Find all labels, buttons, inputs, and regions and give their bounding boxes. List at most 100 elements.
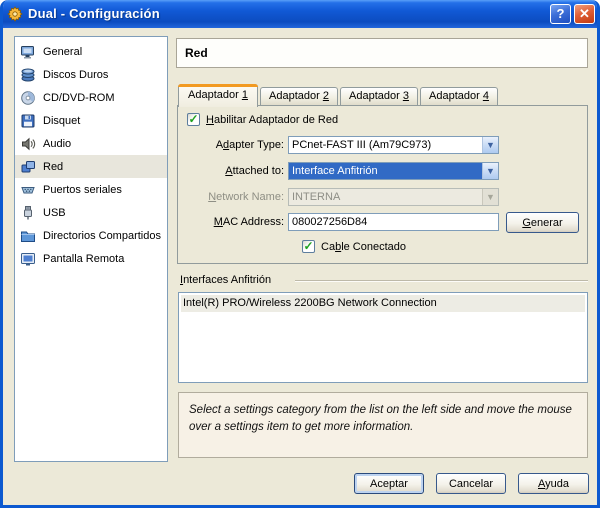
audio-icon (20, 136, 36, 152)
label-accel: N (208, 191, 216, 203)
titlebar-close-button[interactable]: ✕ (574, 4, 595, 24)
tab-adaptador-2[interactable]: Adaptador 2 (260, 87, 338, 106)
label-text: le Conectado (341, 241, 406, 253)
label-text: Ca (321, 241, 335, 253)
check-icon: ✓ (303, 240, 313, 252)
mac-address-label: MAC Address: (188, 213, 284, 231)
network-icon (20, 159, 36, 175)
titlebar-help-button[interactable]: ? (550, 4, 571, 24)
label-accel: H (206, 114, 214, 126)
host-interface-item[interactable]: Intel(R) PRO/Wireless 2200BG Network Con… (181, 295, 585, 312)
tab-adaptador-3[interactable]: Adaptador 3 (340, 87, 418, 106)
button-text: yuda (545, 478, 569, 490)
tab-label: Adaptador (269, 90, 323, 102)
label-text: abilitar Adaptador de Red (214, 114, 338, 126)
check-icon: ✓ (188, 113, 198, 125)
sidebar-item-label: CD/DVD-ROM (43, 92, 115, 104)
settings-category-list: General Discos Duros CD/DVD-ROM Disquet … (14, 36, 168, 462)
tab-adaptador-1[interactable]: Adaptador 1 (178, 84, 258, 107)
attached-to-value: Interface Anfitrión (289, 163, 482, 179)
group-divider (295, 280, 588, 282)
chevron-down-icon: ▼ (482, 163, 498, 179)
sidebar-item-label: Red (43, 161, 63, 173)
sidebar-item-label: Directorios Compartidos (43, 230, 161, 242)
button-text: enerar (531, 217, 563, 229)
titlebar: Dual - Configuración ? ✕ (0, 0, 600, 28)
mac-address-input[interactable] (288, 213, 499, 231)
tab-accel: 2 (323, 90, 329, 102)
sidebar-item-directorios-compartidos[interactable]: Directorios Compartidos (15, 224, 167, 247)
help-button[interactable]: Ayuda (518, 473, 589, 494)
tab-label: Adaptador (349, 90, 403, 102)
label-accel: A (225, 165, 232, 177)
general-icon (20, 44, 36, 60)
checkbox-label: Cable Conectado (321, 241, 406, 253)
tab-accel: 1 (242, 89, 248, 101)
adapter-tabs: Adaptador 1 Adaptador 2 Adaptador 3 Adap… (178, 84, 500, 106)
attached-to-label: Attached to: (188, 162, 284, 180)
attached-to-select[interactable]: Interface Anfitrión ▼ (288, 162, 499, 180)
chevron-down-icon: ▼ (482, 137, 498, 153)
generate-mac-button[interactable]: Generar (506, 212, 579, 233)
network-name-value: INTERNA (289, 189, 482, 205)
chevron-down-icon: ▼ (482, 189, 498, 205)
floppy-icon (20, 113, 36, 129)
sidebar-item-cd-dvd-rom[interactable]: CD/DVD-ROM (15, 86, 167, 109)
sidebar-item-general[interactable]: General (15, 40, 167, 63)
cd-dvd-icon (20, 90, 36, 106)
sidebar-item-discos-duros[interactable]: Discos Duros (15, 63, 167, 86)
sidebar-item-disquet[interactable]: Disquet (15, 109, 167, 132)
sidebar-item-label: General (43, 46, 82, 58)
sidebar-item-pantalla-remota[interactable]: Pantalla Remota (15, 247, 167, 270)
host-interfaces-list[interactable]: Intel(R) PRO/Wireless 2200BG Network Con… (178, 292, 588, 383)
adapter-type-select[interactable]: PCnet-FAST III (Am79C973) ▼ (288, 136, 499, 154)
label-text: etwork Name: (216, 191, 284, 203)
host-interfaces-group-title: Interfaces Anfitrión (180, 274, 271, 286)
cancel-button[interactable]: Cancelar (436, 473, 506, 494)
tab-label: Adaptador (429, 90, 483, 102)
sidebar-item-label: Disquet (43, 115, 80, 127)
usb-icon (20, 205, 36, 221)
tab-label: Adaptador (188, 89, 242, 101)
network-name-label: Network Name: (188, 188, 284, 206)
serial-ports-icon (20, 182, 36, 198)
accept-button[interactable]: Aceptar (354, 473, 424, 494)
window-title: Dual - Configuración (28, 6, 160, 21)
network-name-select: INTERNA ▼ (288, 188, 499, 206)
tab-accel: 4 (483, 90, 489, 102)
button-accel: G (522, 217, 531, 229)
label-accel: M (214, 216, 223, 228)
tab-accel: 3 (403, 90, 409, 102)
sidebar-item-label: Discos Duros (43, 69, 108, 81)
tab-adaptador-4[interactable]: Adaptador 4 (420, 87, 498, 106)
page-header: Red (176, 38, 588, 68)
sidebar-item-label: Puertos seriales (43, 184, 122, 196)
sidebar-item-label: USB (43, 207, 66, 219)
label-text: AC Address: (223, 216, 284, 228)
cable-connected-checkbox[interactable]: ✓ Cable Conectado (302, 240, 406, 253)
sidebar-item-red[interactable]: Red (15, 155, 167, 178)
shared-folders-icon (20, 228, 36, 244)
hard-disks-icon (20, 67, 36, 83)
sidebar-item-audio[interactable]: Audio (15, 132, 167, 155)
sidebar-item-usb[interactable]: USB (15, 201, 167, 224)
label-text: ttached to: (233, 165, 284, 177)
adapter-type-value: PCnet-FAST III (Am79C973) (289, 137, 482, 153)
label-text: apter Type: (229, 139, 284, 151)
sidebar-item-label: Audio (43, 138, 71, 150)
label-text: A (216, 139, 223, 151)
sidebar-item-puertos-seriales[interactable]: Puertos seriales (15, 178, 167, 201)
sidebar-item-label: Pantalla Remota (43, 253, 124, 265)
gear-icon (7, 6, 23, 22)
adapter-type-label: Adapter Type: (188, 136, 284, 154)
checkbox-label: Habilitar Adaptador de Red (206, 114, 338, 126)
enable-network-adapter-checkbox[interactable]: ✓ Habilitar Adaptador de Red (187, 113, 338, 126)
remote-display-icon (20, 251, 36, 267)
page-title: Red (177, 39, 587, 67)
help-panel: Select a settings category from the list… (178, 392, 588, 458)
settings-dialog: Dual - Configuración ? ✕ General Discos … (0, 0, 600, 508)
adapter-1-pane: ✓ Habilitar Adaptador de Red Adapter Typ… (177, 105, 588, 264)
checkbox-box: ✓ (302, 240, 315, 253)
label-text: nterfaces Anfitrión (183, 274, 271, 286)
help-text: Select a settings category from the list… (189, 402, 577, 435)
